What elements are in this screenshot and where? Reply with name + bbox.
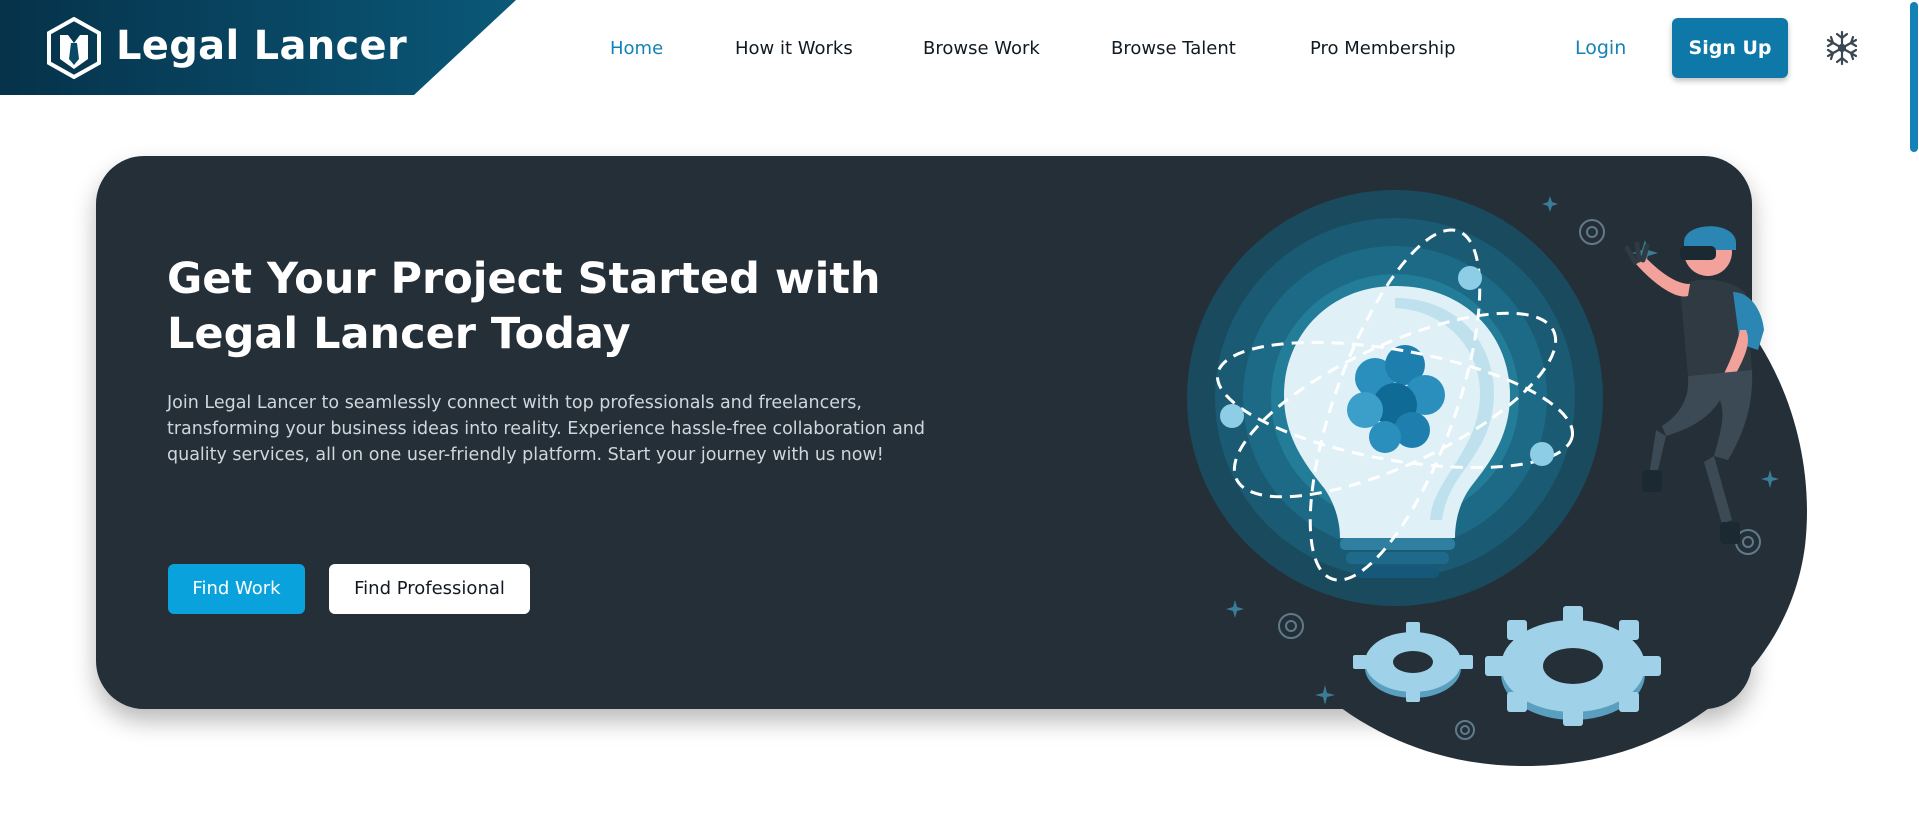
- hero-description: Join Legal Lancer to seamlessly connect …: [167, 393, 925, 465]
- login-link[interactable]: Login: [1575, 35, 1626, 61]
- gear-small-icon: [1353, 622, 1473, 702]
- gear-large-icon: [1485, 606, 1661, 726]
- person-vr-illustration: [1624, 226, 1764, 544]
- nav-how-it-works[interactable]: How it Works: [735, 36, 853, 62]
- outline-gear-icon: [1579, 219, 1605, 245]
- snowflake-gear-icon[interactable]: [1824, 28, 1860, 68]
- hero-illustration: [1187, 190, 1779, 740]
- find-work-button[interactable]: Find Work: [168, 564, 305, 614]
- nav-home[interactable]: Home: [610, 36, 663, 62]
- outline-gear-icon: [1278, 613, 1304, 639]
- nav-pro-membership[interactable]: Pro Membership: [1310, 36, 1456, 62]
- page: Legal Lancer Home How it Works Browse Wo…: [0, 0, 1919, 835]
- scrollbar-thumb[interactable]: [1910, 2, 1918, 152]
- signup-button[interactable]: Sign Up: [1672, 18, 1788, 78]
- hero-title: Get Your Project Started with Legal Lanc…: [167, 254, 881, 359]
- logo-icon[interactable]: [46, 17, 102, 79]
- find-professional-button[interactable]: Find Professional: [329, 564, 530, 614]
- nav-browse-work[interactable]: Browse Work: [923, 36, 1040, 62]
- outline-gear-icon: [1455, 720, 1475, 740]
- nav-browse-talent[interactable]: Browse Talent: [1111, 36, 1236, 62]
- brand-name[interactable]: Legal Lancer: [116, 18, 407, 74]
